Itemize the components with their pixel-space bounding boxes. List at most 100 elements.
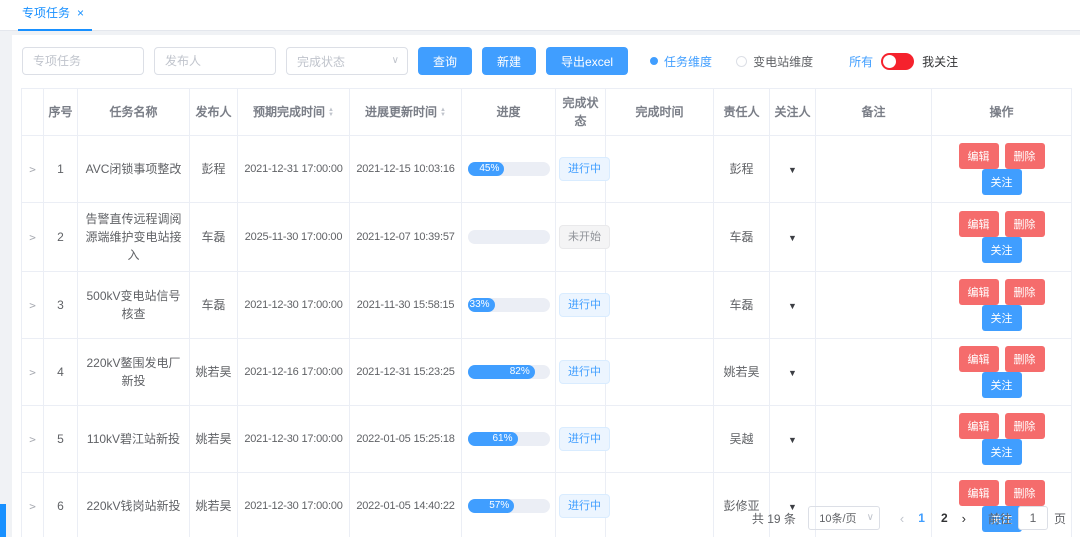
row-number: 2 <box>57 230 64 244</box>
progress-bar: 57% <box>468 499 550 513</box>
edit-button[interactable]: 编辑 <box>959 346 999 372</box>
status-select-placeholder: 完成状态 <box>297 53 345 70</box>
follow-button[interactable]: 关注 <box>982 169 1022 195</box>
sort-desc-icon[interactable]: ▼ <box>328 113 334 118</box>
expand-row-icon[interactable]: > <box>29 500 36 513</box>
radio-station-dimension-label: 变电站维度 <box>753 53 813 70</box>
row-number: 1 <box>57 162 64 176</box>
update-time: 2021-12-15 10:03:16 <box>356 163 454 175</box>
follower-dropdown-icon[interactable]: ▼ <box>788 301 797 311</box>
status-select[interactable]: 完成状态 ∨ <box>286 47 408 75</box>
column-label: 预期完成时间 <box>253 105 325 119</box>
page-size-select[interactable]: 10条/页 ∨ <box>808 506 880 530</box>
filter-toolbar: 完成状态 ∨ 查询 新建 导出excel 任务维度 变电站维度 所有 我关注 <box>12 35 1080 88</box>
table-body: >1AVC闭锁事项整改彭程2021-12-31 17:00:002021-12-… <box>22 136 1072 537</box>
follower-dropdown-icon[interactable]: ▼ <box>788 233 797 243</box>
follower-dropdown-icon[interactable]: ▼ <box>788 165 797 175</box>
expand-row-icon[interactable]: > <box>29 433 36 446</box>
column-header-update-time[interactable]: 进展更新时间▲▼ <box>350 89 462 136</box>
expected-time-cell: 2021-12-30 17:00:00 <box>238 473 350 537</box>
page-nav: ‹ 12 › <box>894 511 972 526</box>
sort-icons[interactable]: ▲▼ <box>328 108 334 118</box>
column-header-expected-time[interactable]: 预期完成时间▲▼ <box>238 89 350 136</box>
owner-cell: 车磊 <box>714 272 770 339</box>
follow-button[interactable]: 关注 <box>982 305 1022 331</box>
operations-cell: 编辑删除关注 <box>932 136 1072 203</box>
follow-button[interactable]: 关注 <box>982 372 1022 398</box>
expected-time-cell: 2021-12-30 17:00:00 <box>238 272 350 339</box>
tab-bar: 专项任务 × <box>0 0 1080 31</box>
progress-bar: 61% <box>468 432 550 446</box>
edit-button[interactable]: 编辑 <box>959 279 999 305</box>
expand-row-icon[interactable]: > <box>29 231 36 244</box>
create-button[interactable]: 新建 <box>482 47 536 75</box>
expand-row-icon[interactable]: > <box>29 163 36 176</box>
follow-toggle[interactable] <box>881 53 914 70</box>
page-numbers: 12 <box>910 511 955 525</box>
radio-station-dimension[interactable]: 变电站维度 <box>736 53 813 70</box>
remark-cell <box>816 136 932 203</box>
delete-button[interactable]: 删除 <box>1005 480 1045 506</box>
publisher-cell: 姚若昊 <box>190 473 238 537</box>
edit-button[interactable]: 编辑 <box>959 413 999 439</box>
row-number-cell: 1 <box>44 136 78 203</box>
publisher-cell: 车磊 <box>190 203 238 272</box>
follower-dropdown-icon[interactable]: ▼ <box>788 435 797 445</box>
row-number-cell: 6 <box>44 473 78 537</box>
row-number-cell: 4 <box>44 339 78 406</box>
expand-row-icon[interactable]: > <box>29 366 36 379</box>
task-name-input[interactable] <box>22 47 144 75</box>
tab-special-tasks[interactable]: 专项任务 × <box>18 0 92 30</box>
remark-cell <box>816 272 932 339</box>
finish-time-cell <box>606 406 714 473</box>
sort-desc-icon[interactable]: ▼ <box>440 113 446 118</box>
query-button[interactable]: 查询 <box>418 47 472 75</box>
export-excel-button[interactable]: 导出excel <box>546 47 628 75</box>
column-header-status: 完成状态 <box>556 89 606 136</box>
task-name-cell: 220kV钱岗站新投 <box>78 473 190 537</box>
follow-button[interactable]: 关注 <box>982 439 1022 465</box>
expand-row-icon[interactable]: > <box>29 299 36 312</box>
page-button-1[interactable]: 1 <box>910 511 933 525</box>
operations-cell: 编辑删除关注 <box>932 203 1072 272</box>
owner-cell: 车磊 <box>714 203 770 272</box>
remark-cell <box>816 406 932 473</box>
next-page-button[interactable]: › <box>956 511 972 526</box>
progress-fill: 45% <box>468 162 505 176</box>
delete-button[interactable]: 删除 <box>1005 279 1045 305</box>
task-name-cell: 500kV变电站信号核查 <box>78 272 190 339</box>
publisher-input[interactable] <box>154 47 276 75</box>
column-header-index: 序号 <box>44 89 78 136</box>
sort-icons[interactable]: ▲▼ <box>440 108 446 118</box>
operations-cell: 编辑删除关注 <box>932 272 1072 339</box>
column-label: 进展更新时间 <box>365 105 437 119</box>
prev-page-button[interactable]: ‹ <box>894 511 910 526</box>
tab-close-icon[interactable]: × <box>77 6 84 20</box>
delete-button[interactable]: 删除 <box>1005 413 1045 439</box>
tab-title: 专项任务 <box>22 4 70 21</box>
delete-button[interactable]: 删除 <box>1005 143 1045 169</box>
page-button-2[interactable]: 2 <box>933 511 956 525</box>
row-number: 6 <box>57 499 64 513</box>
follower-dropdown-icon[interactable]: ▼ <box>788 368 797 378</box>
column-header-remark: 备注 <box>816 89 932 136</box>
column-label: 完成状态 <box>562 96 598 128</box>
follow-button[interactable]: 关注 <box>982 237 1022 263</box>
radio-task-dimension[interactable]: 任务维度 <box>650 53 712 70</box>
edit-button[interactable]: 编辑 <box>959 480 999 506</box>
update-time-cell: 2021-12-07 10:39:57 <box>350 203 462 272</box>
update-time-cell: 2022-01-05 14:40:22 <box>350 473 462 537</box>
my-follow-label: 我关注 <box>922 53 958 70</box>
goto-page-input[interactable] <box>1018 506 1048 530</box>
follower-cell: ▼ <box>770 272 816 339</box>
task-name-cell: 220kV鳌围发电厂新投 <box>78 339 190 406</box>
expected-time-cell: 2021-12-30 17:00:00 <box>238 406 350 473</box>
main-panel: 完成状态 ∨ 查询 新建 导出excel 任务维度 变电站维度 所有 我关注 <box>12 35 1080 537</box>
chevron-down-icon: ∨ <box>392 55 399 66</box>
delete-button[interactable]: 删除 <box>1005 211 1045 237</box>
owner: 彭程 <box>729 162 753 176</box>
update-time: 2022-01-05 15:25:18 <box>356 433 454 445</box>
delete-button[interactable]: 删除 <box>1005 346 1045 372</box>
edit-button[interactable]: 编辑 <box>959 211 999 237</box>
edit-button[interactable]: 编辑 <box>959 143 999 169</box>
